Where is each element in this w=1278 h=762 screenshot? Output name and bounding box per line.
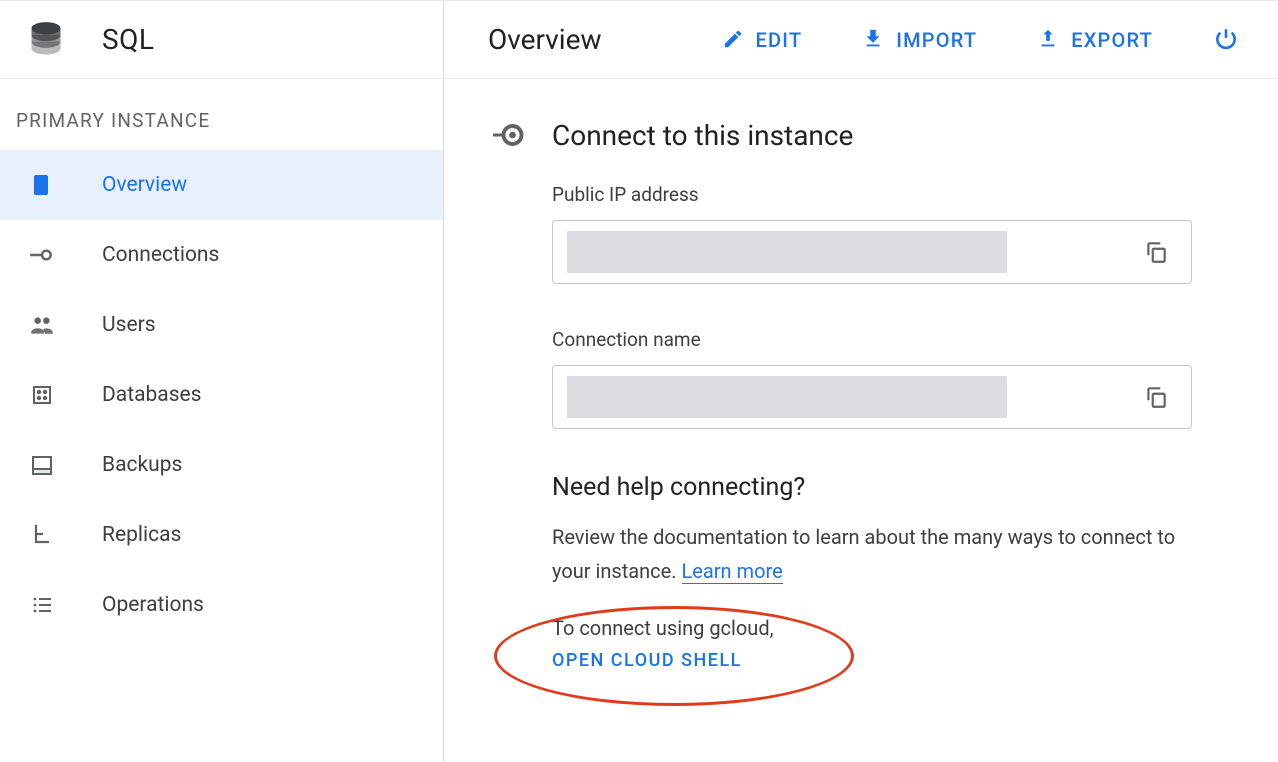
button-label: EXPORT xyxy=(1071,28,1153,52)
product-title: SQL xyxy=(102,23,154,56)
operations-icon xyxy=(28,591,56,619)
connect-icon xyxy=(488,115,528,155)
button-label: IMPORT xyxy=(896,28,977,52)
restart-button[interactable] xyxy=(1213,27,1239,53)
nav-label: Replicas xyxy=(102,523,181,547)
nav-label: Databases xyxy=(102,383,202,407)
gcloud-connect-text: To connect using gcloud, xyxy=(552,616,774,640)
nav-label: Connections xyxy=(102,243,219,267)
connect-card: Connect to this instance Public IP addre… xyxy=(488,115,1234,671)
edit-icon xyxy=(722,28,746,52)
field-label-conn: Connection name xyxy=(552,328,1234,351)
sidebar-item-overview[interactable]: Overview xyxy=(0,150,443,220)
sidebar-item-databases[interactable]: Databases xyxy=(0,360,443,430)
import-icon xyxy=(862,28,886,52)
nav-label: Overview xyxy=(102,173,187,197)
import-button[interactable]: IMPORT xyxy=(862,28,977,52)
users-icon xyxy=(28,311,56,339)
sidebar-header: SQL xyxy=(0,1,443,79)
public-ip-value-redacted xyxy=(567,231,1007,273)
connections-icon xyxy=(28,241,56,269)
export-icon xyxy=(1037,28,1061,52)
main: Overview EDIT IMPORT EXPORT xyxy=(444,1,1278,762)
help-text: Review the documentation to learn about … xyxy=(552,520,1192,588)
sidebar: SQL PRIMARY INSTANCE Overview Connection… xyxy=(0,1,444,762)
databases-icon xyxy=(28,381,56,409)
public-ip-field[interactable] xyxy=(552,220,1192,284)
button-label: EDIT xyxy=(756,28,803,52)
connection-name-value-redacted xyxy=(567,376,1007,418)
nav-label: Users xyxy=(102,313,156,337)
nav-label: Backups xyxy=(102,453,182,477)
sidebar-item-operations[interactable]: Operations xyxy=(0,570,443,640)
gcloud-block: To connect using gcloud, OPEN CLOUD SHEL… xyxy=(552,616,774,671)
export-button[interactable]: EXPORT xyxy=(1037,28,1153,52)
section-label: PRIMARY INSTANCE xyxy=(0,79,443,150)
page-title: Overview xyxy=(488,23,602,56)
overview-icon xyxy=(28,171,56,199)
field-label-ip: Public IP address xyxy=(552,183,1234,206)
card-title: Connect to this instance xyxy=(552,119,853,152)
copy-ip-button[interactable] xyxy=(1143,239,1169,265)
sidebar-item-users[interactable]: Users xyxy=(0,290,443,360)
copy-connection-button[interactable] xyxy=(1143,384,1169,410)
toolbar: Overview EDIT IMPORT EXPORT xyxy=(444,1,1278,79)
sidebar-nav: Overview Connections Users Databases xyxy=(0,150,443,640)
nav-label: Operations xyxy=(102,593,204,617)
edit-button[interactable]: EDIT xyxy=(722,28,803,52)
connection-name-field[interactable] xyxy=(552,365,1192,429)
sidebar-item-replicas[interactable]: Replicas xyxy=(0,500,443,570)
sidebar-item-backups[interactable]: Backups xyxy=(0,430,443,500)
open-cloud-shell-button[interactable]: OPEN CLOUD SHELL xyxy=(552,650,774,671)
help-text-prefix: Review the documentation to learn about … xyxy=(552,525,1175,583)
sql-logo-icon xyxy=(26,20,66,60)
sidebar-item-connections[interactable]: Connections xyxy=(0,220,443,290)
learn-more-link[interactable]: Learn more xyxy=(682,559,783,584)
help-title: Need help connecting? xyxy=(552,473,1234,502)
replicas-icon xyxy=(28,521,56,549)
backups-icon xyxy=(28,451,56,479)
